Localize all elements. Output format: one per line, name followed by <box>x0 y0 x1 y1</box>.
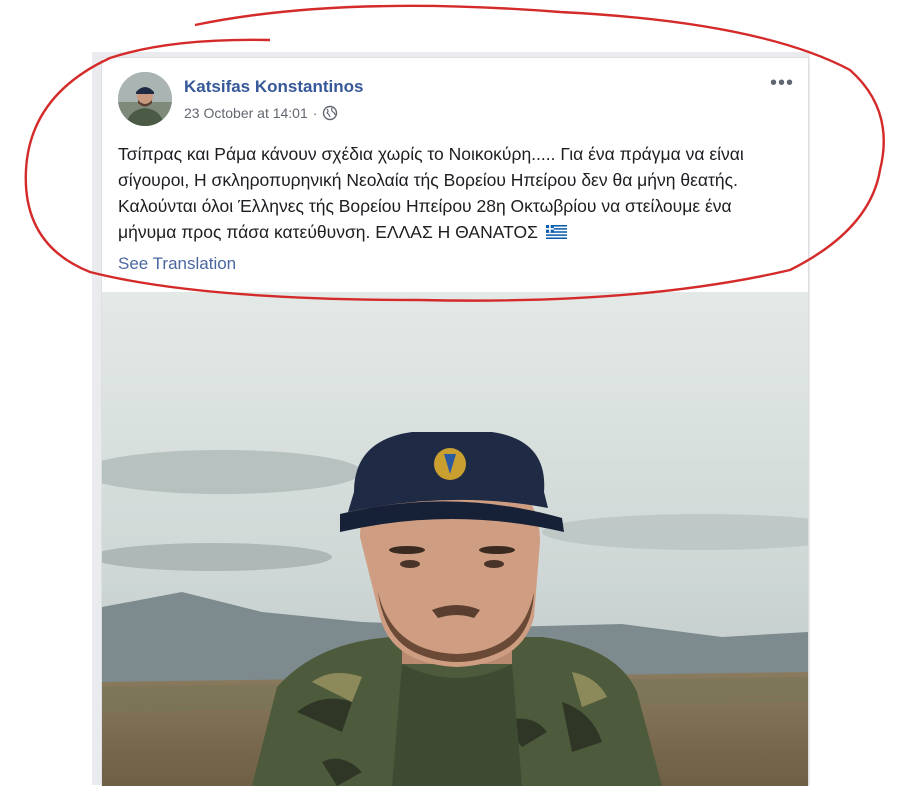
more-options-icon[interactable]: ••• <box>770 73 794 93</box>
see-translation-link[interactable]: See Translation <box>118 254 236 274</box>
meta-separator: · <box>312 105 318 121</box>
post-text: Τσίπρας και Ράμα κάνουν σχέδια χωρίς το … <box>118 141 794 245</box>
post-timestamp-link[interactable]: 23 October at 14:01 <box>184 105 308 121</box>
author-avatar[interactable] <box>118 72 172 126</box>
greek-flag-icon <box>545 220 567 239</box>
globe-icon[interactable] <box>322 105 338 121</box>
facebook-post-card: Katsifas Konstantinos 23 October at 14:0… <box>101 57 809 786</box>
author-name-link[interactable]: Katsifas Konstantinos <box>184 77 363 97</box>
avatar-image <box>118 72 172 126</box>
post-meta: 23 October at 14:01 · <box>184 105 338 121</box>
post-photo[interactable] <box>102 292 808 786</box>
post-body: Τσίπρας και Ράμα κάνουν σχέδια χωρίς το … <box>118 144 744 242</box>
